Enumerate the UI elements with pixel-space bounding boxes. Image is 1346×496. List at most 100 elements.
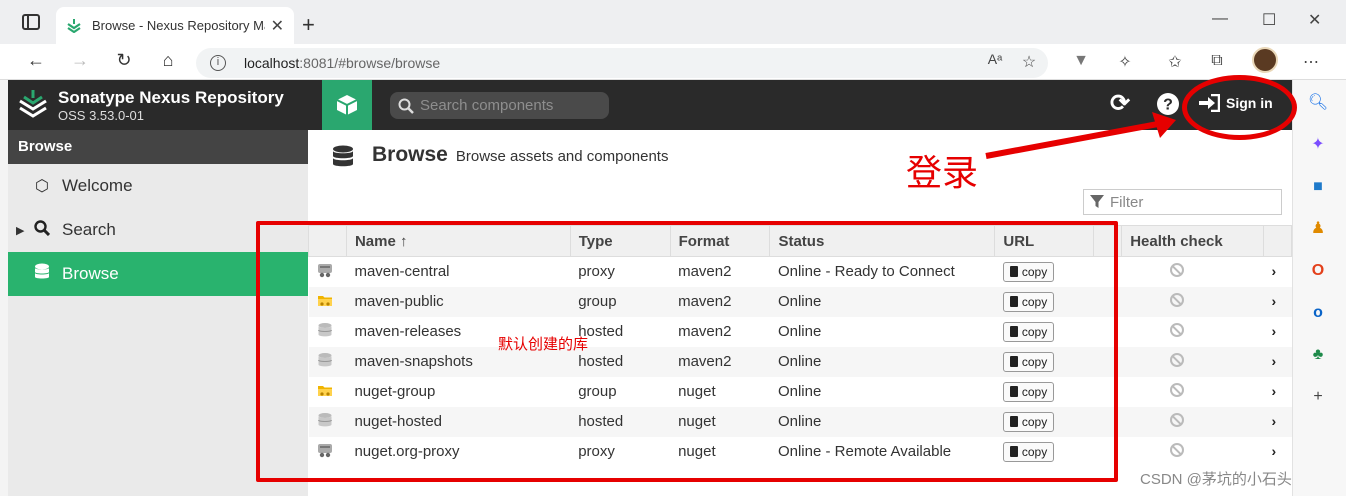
- copy-url-button[interactable]: copy: [1002, 381, 1055, 402]
- shopping-icon[interactable]: ■: [1307, 176, 1329, 198]
- copy-url-button[interactable]: copy: [1002, 321, 1055, 342]
- health-check-disabled-icon[interactable]: [1169, 382, 1184, 397]
- copy-url-button[interactable]: copy: [1002, 291, 1055, 312]
- browse-mode-button[interactable]: [322, 80, 372, 130]
- copy-label: copy: [1021, 384, 1048, 399]
- repo-format: maven2: [678, 323, 732, 340]
- spacer-cell: [1093, 406, 1122, 437]
- health-check-disabled-icon[interactable]: [1169, 442, 1184, 457]
- filter-icon: [1090, 195, 1104, 208]
- table-row[interactable]: maven-snapshots hosted maven2 Online copy ›: [308, 346, 1292, 377]
- forward-icon[interactable]: →: [68, 50, 92, 71]
- add-icon[interactable]: +: [1307, 386, 1329, 408]
- cube-icon: [336, 95, 358, 115]
- chevron-right-icon[interactable]: ›: [1271, 413, 1276, 429]
- favorites-icon[interactable]: ✩: [1164, 52, 1186, 72]
- health-check-disabled-icon[interactable]: [1169, 292, 1184, 307]
- repo-format: nuget: [678, 383, 716, 400]
- outlook-icon[interactable]: o: [1307, 302, 1329, 324]
- chevron-right-icon[interactable]: ›: [1271, 353, 1276, 369]
- repo-format: maven2: [670, 346, 770, 377]
- nav-item-search[interactable]: ▶ Search: [8, 208, 308, 252]
- table-row[interactable]: maven-public group maven2 Online copy ›: [308, 286, 1292, 317]
- health-check-cell: [1121, 286, 1264, 317]
- tree-icon[interactable]: ♣: [1307, 344, 1329, 366]
- health-check-disabled-icon[interactable]: [1169, 262, 1184, 277]
- proxy-repo-icon: [317, 442, 333, 458]
- favorite-add-icon[interactable]: ☆: [1018, 52, 1040, 72]
- screenshot: Browse - Nexus Repository Mana ✕ + — ☐ ✕…: [0, 0, 1346, 496]
- product-version: OSS 3.53.0-01: [58, 108, 144, 123]
- table-row[interactable]: maven-releases hosted maven2 Online copy ›: [309, 317, 1292, 347]
- nav-item-browse[interactable]: Browse: [8, 252, 308, 296]
- collections-icon[interactable]: ⧉: [1206, 52, 1228, 70]
- column-header-type[interactable]: Type: [569, 225, 671, 257]
- sign-in-icon: [1199, 94, 1220, 112]
- chevron-right-icon[interactable]: ›: [1271, 263, 1276, 279]
- repo-status: Online: [769, 406, 995, 437]
- health-check-disabled-icon[interactable]: [1169, 412, 1184, 427]
- table-row[interactable]: nuget-hosted hosted nuget Online copy ›: [308, 406, 1292, 437]
- expand-caret-icon[interactable]: ▶: [16, 224, 24, 237]
- profile-avatar[interactable]: [1252, 47, 1278, 73]
- close-window-icon[interactable]: ✕: [1308, 10, 1321, 30]
- repo-type: hosted: [578, 323, 624, 340]
- column-header-name[interactable]: Name ↑: [345, 225, 571, 257]
- table-row[interactable]: maven-central proxy maven2 Online - Ready t…: [309, 257, 1292, 287]
- copy-label: copy: [1021, 354, 1048, 369]
- chevron-right-icon[interactable]: ›: [1271, 293, 1276, 309]
- games-icon[interactable]: ♟: [1307, 218, 1329, 240]
- table-row[interactable]: nuget-group group nuget Online copy ›: [309, 377, 1292, 407]
- maximize-icon[interactable]: ☐: [1262, 10, 1276, 30]
- sign-in-button[interactable]: Sign in: [1198, 94, 1273, 112]
- health-check-disabled-icon[interactable]: [1169, 352, 1184, 367]
- address-bar[interactable]: i localhost:8081/#browse/browse: [196, 48, 1048, 78]
- back-icon[interactable]: ←: [24, 50, 48, 71]
- column-header-url[interactable]: URL: [994, 225, 1095, 257]
- copy-url-button[interactable]: copy: [1002, 441, 1055, 462]
- copilot-icon[interactable]: ✦: [1307, 134, 1329, 156]
- chevron-right-icon[interactable]: ›: [1271, 443, 1276, 459]
- url-host: localhost: [244, 55, 300, 71]
- health-check-disabled-icon[interactable]: [1169, 322, 1184, 337]
- column-header-status[interactable]: Status: [769, 225, 996, 257]
- tab-actions-icon[interactable]: [22, 14, 40, 30]
- copy-url-button[interactable]: copy: [1002, 411, 1055, 432]
- office-icon[interactable]: O: [1307, 260, 1329, 282]
- column-header-format[interactable]: Format: [669, 225, 771, 257]
- read-aloud-icon[interactable]: Aᵃ: [984, 51, 1006, 67]
- browser-titlebar: Browse - Nexus Repository Mana ✕ + — ☐ ✕: [0, 0, 1346, 44]
- refresh-icon[interactable]: ⟳: [1110, 89, 1130, 118]
- browser-tab[interactable]: Browse - Nexus Repository Mana ✕: [56, 7, 294, 44]
- health-check-cell: [1121, 346, 1264, 377]
- repo-format: nuget: [678, 443, 716, 460]
- extension-v-icon[interactable]: ▼: [1070, 52, 1092, 70]
- refresh-icon[interactable]: ↻: [112, 50, 136, 71]
- repo-type: hosted: [570, 406, 671, 437]
- search-input[interactable]: [420, 97, 600, 114]
- help-icon[interactable]: ?: [1156, 92, 1180, 121]
- minimize-icon[interactable]: —: [1212, 10, 1228, 28]
- clipboard-icon: [1009, 446, 1018, 457]
- copy-url-button[interactable]: copy: [1002, 261, 1055, 282]
- new-tab-icon[interactable]: +: [302, 12, 315, 38]
- search-icon[interactable]: 🔍︎: [1307, 92, 1329, 114]
- more-menu-icon[interactable]: ⋯: [1300, 52, 1322, 72]
- copy-url-button[interactable]: copy: [1002, 351, 1055, 372]
- repo-type: group: [570, 286, 671, 317]
- nav-item-welcome[interactable]: ⬡ Welcome: [8, 164, 308, 208]
- spacer-cell: [1094, 257, 1122, 287]
- search-box[interactable]: [390, 92, 609, 119]
- clipboard-icon: [1009, 416, 1018, 427]
- chevron-right-icon[interactable]: ›: [1271, 383, 1276, 399]
- site-info-icon[interactable]: i: [210, 55, 226, 71]
- column-header-health[interactable]: Health check: [1121, 225, 1264, 257]
- chevron-right-icon[interactable]: ›: [1271, 323, 1276, 339]
- filter-input[interactable]: [1110, 193, 1270, 211]
- health-check-cell: [1121, 406, 1264, 437]
- home-icon[interactable]: ⌂: [156, 50, 180, 71]
- table-row[interactable]: nuget.org-proxy proxy nuget Online - Remote…: [309, 437, 1292, 467]
- extensions-icon[interactable]: ✧: [1114, 52, 1136, 72]
- filter-box[interactable]: [1083, 189, 1282, 215]
- close-tab-icon[interactable]: ✕: [271, 16, 284, 36]
